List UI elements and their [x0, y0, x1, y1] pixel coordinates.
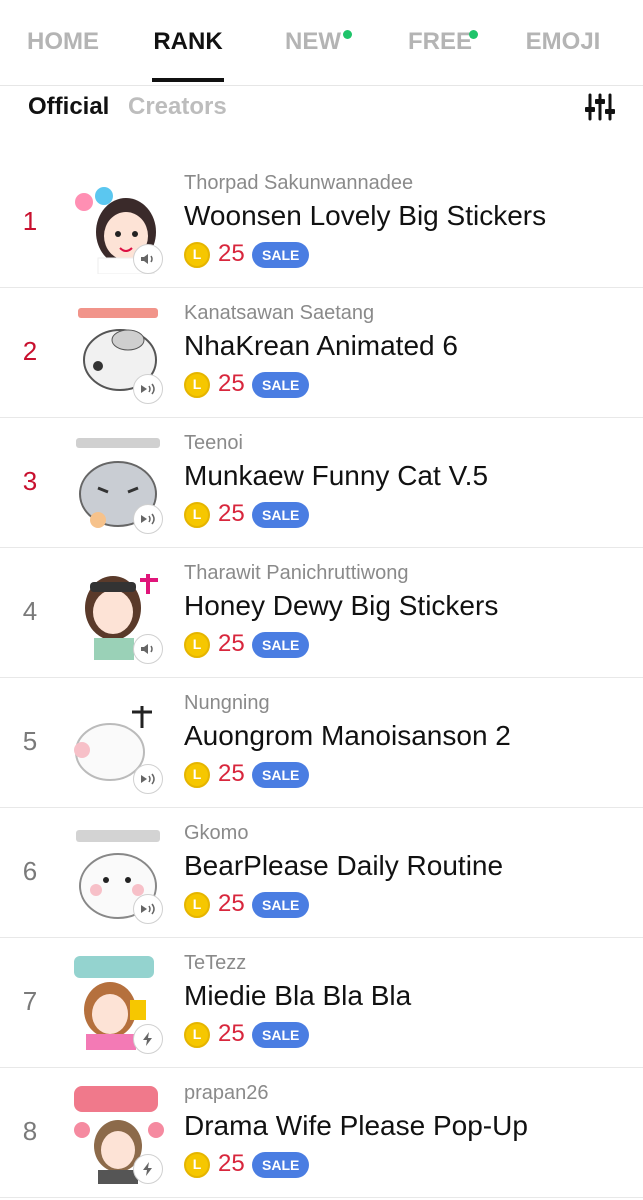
sticker-title: Munkaew Funny Cat V.5	[184, 460, 489, 491]
rank-number: 2	[22, 336, 38, 366]
sticker-title: Miedie Bla Bla Bla	[184, 980, 412, 1011]
tab-free[interactable]: FREE	[408, 26, 478, 62]
creator-name: prapan26	[184, 1082, 269, 1104]
coin-icon	[184, 892, 210, 918]
creator-name: Kanatsawan Saetang	[184, 302, 375, 324]
rank-number: 7	[22, 986, 38, 1016]
price: 25	[218, 240, 245, 267]
list-item[interactable]: 5 Nungning Auongrom Manoisanson 2 25 SAL…	[0, 678, 643, 808]
list-item[interactable]: 7 TeTezz Miedie Bla Bla Bla 25 SALE	[0, 938, 643, 1068]
list-item[interactable]: 1 Thorpad Sakunwannadee Woonsen Lovely B…	[0, 158, 643, 288]
coin-icon	[184, 242, 210, 268]
list-item[interactable]: 6 Gkomo BearPlease Daily Routine 25 SALE	[0, 808, 643, 938]
top-tab-bar: HOME RANK NEW FREE EMOJI	[0, 0, 643, 86]
list-item[interactable]: 2 Kanatsawan Saetang NhaKrean Animated 6…	[0, 288, 643, 418]
rank-number: 6	[22, 856, 38, 886]
creator-name: Tharawit Panichruttiwong	[184, 562, 409, 584]
creator-name: Nungning	[184, 692, 270, 714]
creator-name: Teenoi	[184, 432, 243, 454]
coin-icon	[184, 762, 210, 788]
tab-free-label: FREE	[408, 28, 473, 55]
sticker-title: Woonsen Lovely Big Stickers	[184, 200, 547, 231]
subtab-official[interactable]: Official	[28, 92, 109, 122]
price: 25	[218, 1020, 245, 1047]
creator-name: Thorpad Sakunwannadee	[184, 172, 414, 194]
coin-icon	[184, 502, 210, 528]
price: 25	[218, 890, 245, 917]
rank-number: 8	[22, 1116, 38, 1146]
tab-rank[interactable]: RANK	[152, 26, 224, 82]
list-item[interactable]: 8 prapan26 Drama Wife Please Pop-Up 25 S…	[0, 1068, 643, 1198]
price: 25	[218, 370, 245, 397]
sound-icon	[133, 244, 163, 274]
sale-badge: SALE	[252, 1022, 310, 1048]
coin-icon	[184, 1022, 210, 1048]
sticker-title: BearPlease Daily Routine	[184, 850, 504, 881]
sticker-title: Drama Wife Please Pop-Up	[184, 1110, 528, 1141]
sale-badge: SALE	[252, 242, 310, 268]
sound-icon	[133, 634, 163, 664]
sticker-title: Auongrom Manoisanson 2	[184, 720, 511, 751]
tab-emoji[interactable]: EMOJI	[522, 26, 604, 62]
creator-name: Gkomo	[184, 822, 249, 844]
coin-icon	[184, 372, 210, 398]
sub-tab-bar: Official Creators	[0, 86, 643, 130]
tab-new[interactable]: NEW	[284, 26, 352, 62]
rank-number: 4	[22, 596, 38, 626]
tab-emoji-label: EMOJI	[525, 28, 601, 55]
new-dot-indicator	[343, 30, 352, 39]
sale-badge: SALE	[252, 632, 310, 658]
active-tab-indicator	[152, 78, 224, 82]
sale-badge: SALE	[252, 892, 310, 918]
list-item[interactable]: 4 Tharawit Panichruttiwong Honey Dewy Bi…	[0, 548, 643, 678]
sale-badge: SALE	[252, 762, 310, 788]
tab-home[interactable]: HOME	[22, 26, 104, 62]
popup-icon	[133, 1024, 163, 1054]
animation-sound-icon	[133, 374, 163, 404]
subtab-creators[interactable]: Creators	[128, 92, 227, 122]
tab-home-label: HOME	[27, 28, 99, 55]
list-item[interactable]: 3 Teenoi Munkaew Funny Cat V.5 25 SALE	[0, 418, 643, 548]
animation-sound-icon	[133, 894, 163, 924]
sticker-title: NhaKrean Animated 6	[184, 330, 458, 361]
sticker-title: Honey Dewy Big Stickers	[184, 590, 499, 621]
rank-number: 5	[22, 726, 38, 756]
ranking-list: 1 Thorpad Sakunwannadee Woonsen Lovely B…	[0, 158, 643, 1198]
tab-rank-label: RANK	[153, 28, 223, 55]
sliders-icon[interactable]	[584, 92, 616, 122]
coin-icon	[184, 1152, 210, 1178]
coin-icon	[184, 632, 210, 658]
price: 25	[218, 630, 245, 657]
animation-sound-icon	[133, 504, 163, 534]
price: 25	[218, 760, 245, 787]
rank-number: 3	[22, 466, 38, 496]
price: 25	[218, 1150, 245, 1177]
sale-badge: SALE	[252, 372, 310, 398]
creator-name: TeTezz	[184, 952, 247, 974]
popup-icon	[133, 1154, 163, 1184]
sale-badge: SALE	[252, 502, 310, 528]
price: 25	[218, 500, 245, 527]
sale-badge: SALE	[252, 1152, 310, 1178]
animation-sound-icon	[133, 764, 163, 794]
new-dot-indicator	[469, 30, 478, 39]
rank-number: 1	[22, 206, 38, 236]
tab-new-label: NEW	[285, 28, 341, 55]
